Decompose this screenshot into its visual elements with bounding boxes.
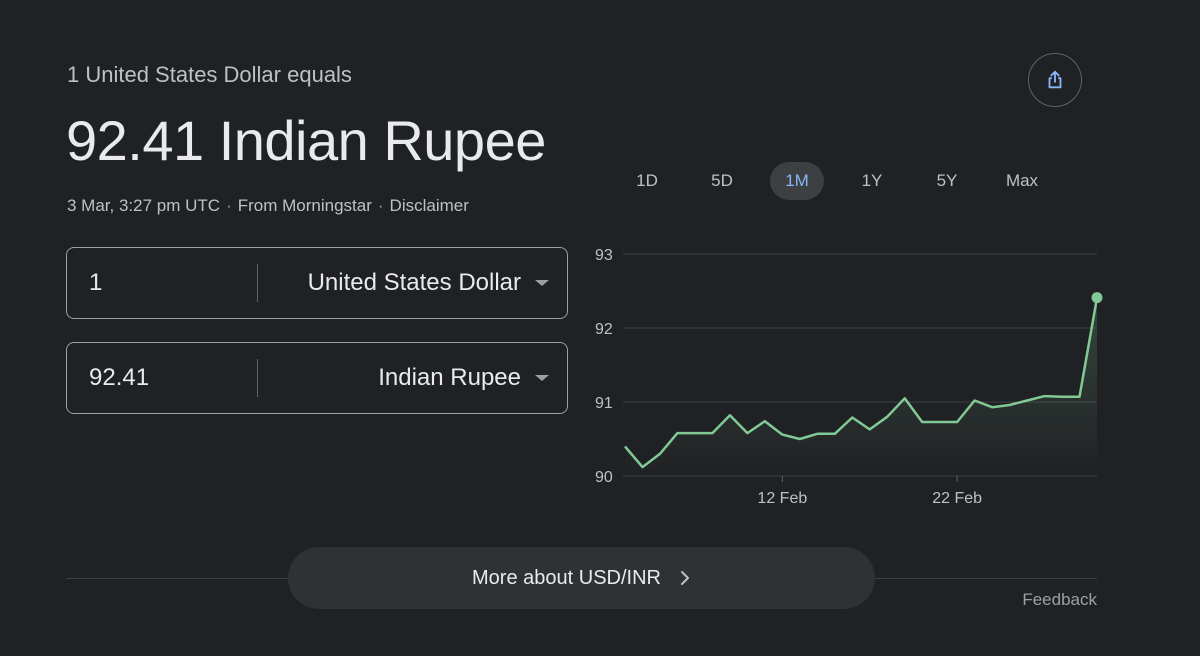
chevron-right-icon <box>680 571 689 585</box>
share-icon <box>1048 70 1062 89</box>
chevron-down-icon <box>535 375 549 381</box>
field-divider <box>257 359 258 397</box>
from-currency-row: United States Dollar <box>66 247 568 319</box>
tab-5d[interactable]: 5D <box>695 162 749 200</box>
field-divider <box>257 264 258 302</box>
tab-max[interactable]: Max <box>995 162 1049 200</box>
y-tick-label: 93 <box>595 247 613 264</box>
from-currency-name: United States Dollar <box>307 269 521 296</box>
to-amount-input[interactable] <box>89 343 249 413</box>
source-label: From Morningstar <box>237 196 372 215</box>
tab-1d[interactable]: 1D <box>620 162 674 200</box>
conversion-subtitle: 1 United States Dollar equals <box>67 62 352 87</box>
divider <box>66 578 290 579</box>
x-tick-label: 12 Feb <box>757 490 807 507</box>
tab-1y[interactable]: 1Y <box>845 162 899 200</box>
conversion-result: 92.41 Indian Rupee <box>66 109 546 172</box>
result-meta: 3 Mar, 3:27 pm UTC · From Morningstar · … <box>67 196 469 216</box>
feedback-link[interactable]: Feedback <box>1022 590 1097 610</box>
more-about-button[interactable]: More about USD/INR <box>288 547 875 609</box>
tab-1m[interactable]: 1M <box>770 162 824 200</box>
timestamp: 3 Mar, 3:27 pm UTC <box>67 196 221 215</box>
meta-separator: · <box>226 196 232 215</box>
divider <box>873 578 1097 579</box>
range-tabs: 1D 5D 1M 1Y 5Y Max <box>620 162 1070 200</box>
to-currency-select[interactable]: Indian Rupee <box>378 343 549 413</box>
y-tick-label: 92 <box>595 321 613 338</box>
to-currency-name: Indian Rupee <box>378 364 521 391</box>
disclaimer-link[interactable]: Disclaimer <box>390 196 469 216</box>
share-button[interactable] <box>1028 53 1082 107</box>
from-currency-select[interactable]: United States Dollar <box>308 248 549 318</box>
y-tick-label: 91 <box>595 395 613 412</box>
y-tick-label: 90 <box>595 469 613 486</box>
tab-5y[interactable]: 5Y <box>920 162 974 200</box>
to-currency-row: Indian Rupee <box>66 342 568 414</box>
meta-separator: · <box>377 196 384 215</box>
exchange-rate-chart[interactable]: 93 92 91 90 12 Feb 22 Feb <box>585 235 1105 515</box>
from-amount-input[interactable] <box>89 248 249 318</box>
last-point-marker <box>1091 292 1103 304</box>
series-area <box>625 297 1097 476</box>
chevron-down-icon <box>535 280 549 286</box>
x-tick-label: 22 Feb <box>932 490 982 507</box>
more-about-label: More about USD/INR <box>472 566 661 589</box>
